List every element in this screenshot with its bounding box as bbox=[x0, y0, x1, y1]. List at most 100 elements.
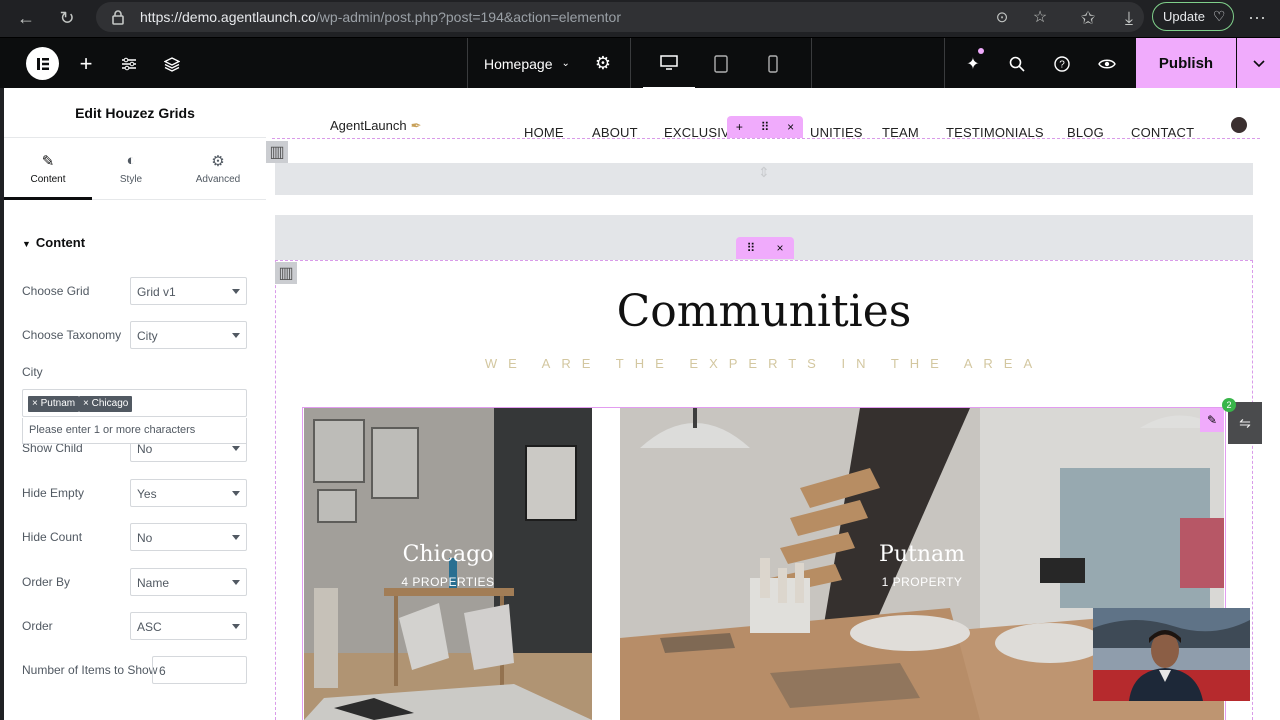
drag-handle-icon[interactable]: ⠿ bbox=[747, 241, 756, 255]
dropdown-arrow-icon bbox=[232, 535, 240, 540]
header-section-handle[interactable]: + ⠿ × bbox=[727, 116, 803, 138]
spacer-icon: ⇕ bbox=[758, 164, 770, 180]
elementor-logo-icon[interactable] bbox=[26, 47, 59, 80]
layers-icon[interactable] bbox=[161, 38, 183, 89]
page-settings-icon[interactable]: ⚙ bbox=[592, 38, 614, 89]
toolbar-divider bbox=[944, 38, 945, 89]
reload-icon[interactable]: ↻ bbox=[55, 6, 79, 30]
choose-taxonomy-select[interactable]: City bbox=[130, 321, 247, 349]
community-card-chicago[interactable]: Chicago 4 PROPERTIES bbox=[304, 408, 592, 720]
order-label: Order bbox=[22, 619, 53, 633]
choose-grid-value: Grid v1 bbox=[137, 285, 176, 299]
avatar[interactable] bbox=[1231, 117, 1247, 133]
section-title: Content bbox=[35, 235, 86, 250]
lock-icon[interactable] bbox=[106, 5, 130, 29]
search-hint: Please enter 1 or more characters bbox=[22, 418, 247, 444]
choose-grid-select[interactable]: Grid v1 bbox=[130, 277, 247, 305]
site-logo[interactable]: AgentLaunch ✒ bbox=[330, 118, 422, 134]
back-icon[interactable]: ← bbox=[14, 6, 38, 30]
edit-widget-pencil-icon[interactable]: ✎ bbox=[1200, 408, 1224, 432]
dropdown-arrow-icon bbox=[232, 491, 240, 496]
order-select[interactable]: ASC bbox=[130, 612, 247, 640]
dropdown-arrow-icon bbox=[232, 580, 240, 585]
feather-icon: ✒ bbox=[410, 118, 422, 133]
star-icon[interactable]: ☆ bbox=[1028, 5, 1052, 29]
add-element-icon[interactable]: + bbox=[76, 38, 96, 89]
tablet-view-icon[interactable] bbox=[710, 38, 732, 89]
site-settings-icon[interactable] bbox=[118, 38, 140, 89]
publish-button[interactable]: Publish bbox=[1136, 38, 1236, 89]
favorites-icon[interactable]: ✩ bbox=[1076, 6, 1100, 30]
search-icon[interactable] bbox=[1006, 38, 1028, 89]
choose-grid-label: Choose Grid bbox=[22, 284, 90, 298]
chevron-down-icon: ⌄ bbox=[561, 58, 570, 69]
delete-section-icon[interactable]: × bbox=[776, 241, 783, 255]
toolbar-divider bbox=[811, 38, 812, 89]
community-count: 1 PROPERTY bbox=[881, 575, 963, 589]
tab-style-label: Style bbox=[119, 174, 143, 185]
column-handle-icon[interactable]: ▥ bbox=[275, 262, 297, 284]
contrast-icon: ◐ bbox=[126, 152, 136, 169]
drag-handle-icon[interactable]: ⠿ bbox=[761, 120, 770, 134]
community-name: Chicago bbox=[402, 542, 494, 567]
webcam-overlay bbox=[1093, 608, 1250, 701]
order-control: Order ASC bbox=[22, 612, 248, 640]
choose-taxonomy-value: City bbox=[137, 329, 158, 343]
notification-badge: 2 bbox=[1222, 398, 1236, 412]
tab-advanced-label: Advanced bbox=[195, 174, 241, 185]
communities-section-handle[interactable]: ⠿ × bbox=[736, 237, 794, 259]
download-icon[interactable]: ⤓ bbox=[1117, 6, 1141, 30]
page-name: Homepage bbox=[484, 55, 553, 72]
publish-options-chevron-icon[interactable] bbox=[1237, 38, 1280, 89]
community-count: 4 PROPERTIES bbox=[401, 575, 495, 589]
order-by-control: Order By Name bbox=[22, 568, 248, 596]
city-tag-label: Chicago bbox=[91, 398, 129, 409]
toolbar-divider bbox=[467, 38, 468, 89]
caret-down-icon: ▼ bbox=[22, 239, 31, 249]
tab-content[interactable]: ✎ Content bbox=[4, 138, 92, 200]
tab-content-label: Content bbox=[30, 174, 66, 185]
dropdown-arrow-icon bbox=[232, 289, 240, 294]
help-icon[interactable]: ? bbox=[1051, 38, 1073, 89]
hide-count-control: Hide Count No bbox=[22, 523, 248, 551]
tab-style[interactable]: ◐ Style bbox=[87, 138, 175, 200]
hide-count-value: No bbox=[137, 531, 153, 545]
mobile-view-icon[interactable] bbox=[762, 38, 784, 89]
hide-empty-label: Hide Empty bbox=[22, 486, 85, 500]
section-outline bbox=[272, 138, 1260, 139]
section-subtitle: WE ARE THE EXPERTS IN THE AREA bbox=[484, 356, 1044, 371]
city-tag-label: Putnam bbox=[40, 398, 76, 409]
delete-section-icon[interactable]: × bbox=[787, 120, 794, 134]
preview-icon[interactable] bbox=[1096, 38, 1118, 89]
choose-grid-control: Choose Grid Grid v1 bbox=[22, 277, 248, 305]
panel-title: Edit Houzez Grids bbox=[4, 88, 266, 138]
site-logo-text: AgentLaunch bbox=[330, 118, 407, 133]
add-section-icon[interactable]: + bbox=[736, 120, 743, 134]
city-tag[interactable]: × Putnam bbox=[28, 396, 80, 412]
dropdown-arrow-icon bbox=[232, 624, 240, 629]
content-section-toggle[interactable]: ▼ Content bbox=[22, 235, 85, 250]
update-button[interactable]: Update ♡ bbox=[1152, 2, 1234, 31]
more-options-icon[interactable]: ⊙ bbox=[990, 5, 1014, 29]
gear-icon: ⚙ bbox=[211, 153, 225, 170]
order-value: ASC bbox=[137, 620, 162, 634]
hide-empty-value: Yes bbox=[137, 487, 157, 501]
num-items-label: Number of Items to Show bbox=[22, 663, 158, 677]
menu-icon[interactable]: ⋯ bbox=[1245, 6, 1269, 30]
dropdown-arrow-icon bbox=[232, 446, 240, 451]
notifications-icon[interactable]: ✦ bbox=[962, 38, 984, 89]
num-items-input[interactable]: 6 bbox=[152, 656, 247, 684]
order-by-select[interactable]: Name bbox=[130, 568, 247, 596]
elementor-toolbar: + Homepage ⌄ ⚙ ✦ ? Publish bbox=[0, 37, 1280, 89]
desktop-view-icon[interactable] bbox=[643, 38, 695, 89]
community-name: Putnam bbox=[879, 542, 965, 567]
column-handle-icon[interactable]: ▥ bbox=[266, 141, 288, 163]
hide-empty-select[interactable]: Yes bbox=[130, 479, 247, 507]
tab-advanced[interactable]: ⚙ Advanced bbox=[174, 138, 262, 200]
city-tag[interactable]: × Chicago bbox=[79, 396, 133, 412]
city-label: City bbox=[22, 365, 43, 379]
hide-count-select[interactable]: No bbox=[130, 523, 247, 551]
page-selector[interactable]: Homepage ⌄ bbox=[484, 38, 574, 89]
city-multiselect[interactable]: × Putnam × Chicago bbox=[22, 389, 247, 417]
address-bar[interactable]: https://demo.agentlaunch.co/wp-admin/pos… bbox=[96, 2, 1144, 32]
